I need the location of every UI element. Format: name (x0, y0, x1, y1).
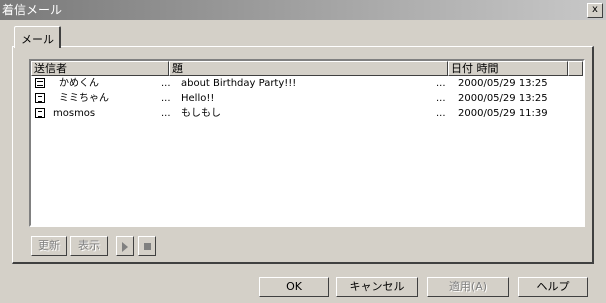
column-header-filler (568, 61, 583, 76)
document-icon (35, 108, 45, 118)
tab-mail[interactable]: メール (14, 26, 61, 48)
table-row[interactable]: かめくん ... about Birthday Party!!! ... 200… (31, 76, 583, 91)
row-ellipsis: ... (436, 78, 446, 89)
close-button[interactable]: x (587, 3, 603, 18)
tab-mail-label: メール (21, 33, 54, 46)
mail-icon (35, 78, 45, 88)
apply-button[interactable]: 適用(A) (427, 277, 509, 297)
row-date: 2000/05/29 13:25 (458, 93, 548, 104)
row-sender: かめくん (59, 78, 99, 89)
row-ellipsis: ... (161, 108, 171, 119)
list-header: 送信者 題 日付 時間 (31, 61, 583, 76)
row-ellipsis: ... (436, 93, 446, 104)
row-ellipsis: ... (161, 93, 171, 104)
row-subject: about Birthday Party!!! (181, 78, 297, 89)
document-icon (35, 93, 45, 103)
column-header-date[interactable]: 日付 時間 (448, 61, 568, 76)
row-sender: mosmos (53, 108, 96, 119)
help-button[interactable]: ヘルプ (518, 277, 588, 297)
row-ellipsis: ... (161, 78, 171, 89)
cancel-button[interactable]: キャンセル (336, 277, 418, 297)
row-sender: ミミちゃん (59, 93, 109, 104)
column-header-subject[interactable]: 題 (169, 61, 448, 76)
row-ellipsis: ... (436, 108, 446, 119)
title-bar: 着信メール x (0, 0, 606, 20)
row-subject: Hello!! (181, 93, 215, 104)
row-date: 2000/05/29 13:25 (458, 78, 548, 89)
ok-button[interactable]: OK (259, 277, 329, 297)
message-list[interactable]: 送信者 題 日付 時間 かめくん ... about Birthday Part… (29, 59, 585, 227)
column-header-sender[interactable]: 送信者 (31, 61, 169, 76)
table-row[interactable]: mosmos ... もしもし ... 2000/05/29 11:39 (31, 106, 583, 121)
row-date: 2000/05/29 11:39 (458, 108, 548, 119)
table-row[interactable]: ミミちゃん ... Hello!! ... 2000/05/29 13:25 (31, 91, 583, 106)
row-subject: もしもし (181, 108, 221, 119)
window-title: 着信メール (2, 3, 63, 17)
